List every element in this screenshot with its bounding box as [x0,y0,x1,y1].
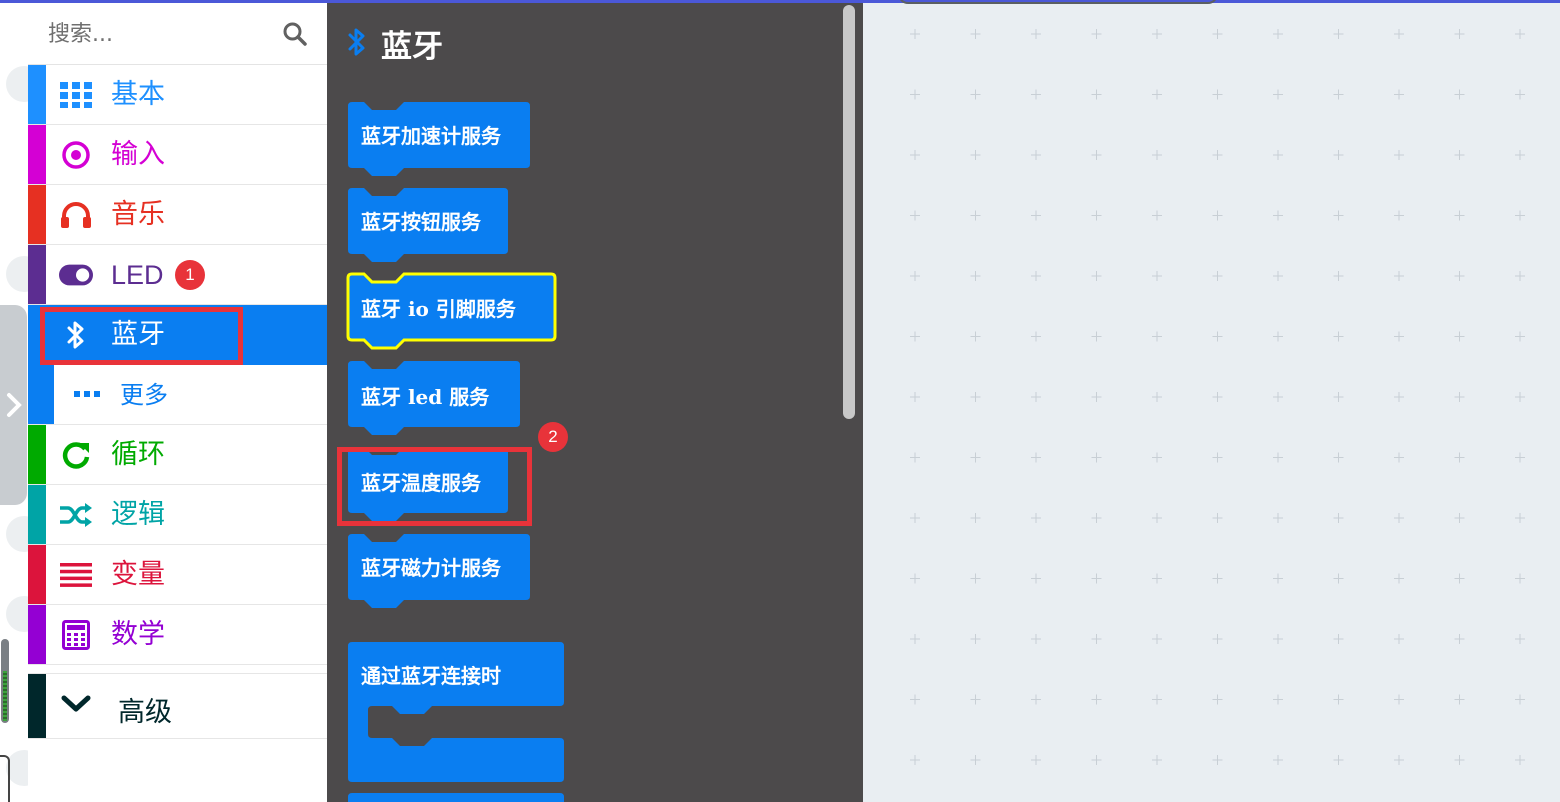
category-label: 高级 [118,697,172,728]
category-color-stripe [28,65,46,124]
flyout-title: 蓝牙 [381,29,443,65]
headphones-icon [59,199,93,231]
refresh-icon [59,439,93,471]
category-label: 输入 [111,139,165,170]
category-label: 循环 [111,439,165,470]
toolbox-search [28,3,327,65]
search-icon[interactable] [282,21,308,51]
block-label: 通过蓝牙连接时 [361,664,501,688]
chevron-right-icon [6,393,22,417]
bluetooth-icon [59,319,93,351]
category-loops[interactable]: 循环 [28,425,327,485]
category-color-stripe [28,545,46,604]
category-basic[interactable]: 基本 [28,65,327,125]
simulator-button [6,516,28,552]
category-label: 基本 [111,79,165,110]
bluetooth-icon [347,27,367,61]
category-more[interactable]: 更多 [28,365,327,425]
category-color-stripe [28,125,46,184]
category-led[interactable]: LED 1 [28,245,327,305]
lines-icon [59,559,93,591]
code-workspace[interactable] [863,3,1560,802]
block-temperature-service[interactable]: 蓝牙温度服务 [348,447,512,527]
block-label: 蓝牙温度服务 [361,471,481,495]
category-logic[interactable]: 逻辑 [28,485,327,545]
block-button-service[interactable]: 蓝牙按钮服务 [348,188,510,268]
search-input[interactable] [46,15,280,53]
block-led-service[interactable]: 蓝牙 led 服务 [348,361,524,441]
category-color-stripe [28,365,54,424]
category-color-stripe [28,305,46,364]
workspace-grid [910,29,1525,765]
simulator-panel-edge [0,3,28,802]
shuffle-icon [59,499,93,531]
block-io-pin-service[interactable]: 蓝牙 io 引脚服务 [346,272,558,354]
category-music[interactable]: 音乐 [28,185,327,245]
category-label: 逻辑 [111,499,165,530]
flyout-scrollbar[interactable] [843,5,855,419]
category-label: 数学 [111,619,165,650]
category-label: LED [111,260,164,290]
category-label: 蓝牙 [111,319,165,350]
flyout-header: 蓝牙 [347,21,443,66]
block-on-bluetooth-connected[interactable]: 通过蓝牙连接时 [348,642,566,784]
block-next-partial[interactable] [348,793,566,802]
block-label: 蓝牙 led 服务 [361,385,490,409]
category-variables[interactable]: 变量 [28,545,327,605]
block-label: 蓝牙 io 引脚服务 [361,297,516,321]
block-accelerometer-service[interactable]: 蓝牙加速计服务 [348,102,532,182]
toggle-icon [59,259,93,291]
simulator-button [6,256,28,292]
category-color-stripe [28,185,46,244]
category-color-stripe [28,674,46,738]
blocks-flyout: 蓝牙 蓝牙加速计服务 蓝牙按钮服务 蓝牙 io 引脚服务 蓝牙 led 服务 蓝… [327,3,863,802]
block-label: 蓝牙加速计服务 [361,124,501,148]
workspace-top-tab[interactable] [898,0,1218,4]
category-label: 变量 [111,559,165,590]
simulator-collapse-toggle[interactable] [0,305,27,505]
simulator-board-edge [0,755,10,802]
block-label: 蓝牙磁力计服务 [361,556,501,580]
block-label: 蓝牙按钮服务 [361,210,481,234]
category-color-stripe [28,245,46,304]
category-color-stripe [28,605,46,664]
step-badge: 1 [175,260,205,290]
block-magnetometer-service[interactable]: 蓝牙磁力计服务 [348,534,532,614]
category-color-stripe [28,425,46,484]
category-input[interactable]: 输入 [28,125,327,185]
chevron-down-icon [61,694,91,718]
calculator-icon [59,619,93,651]
category-advanced[interactable]: 高级 [28,673,327,739]
ellipsis-icon [70,379,104,411]
simulator-button [6,66,28,102]
simulator-button [6,596,28,632]
toolbox-sidebar: 基本 输入 音乐 LED 1 蓝牙 [28,3,327,802]
step-badge: 2 [538,422,568,452]
category-color-stripe [28,485,46,544]
category-bluetooth[interactable]: 蓝牙 [28,305,327,365]
category-label: 音乐 [111,199,165,230]
category-label: 更多 [120,381,168,409]
sound-level-gauge [1,639,9,723]
category-math[interactable]: 数学 [28,605,327,665]
target-icon [59,139,93,171]
grid-icon [59,79,93,111]
